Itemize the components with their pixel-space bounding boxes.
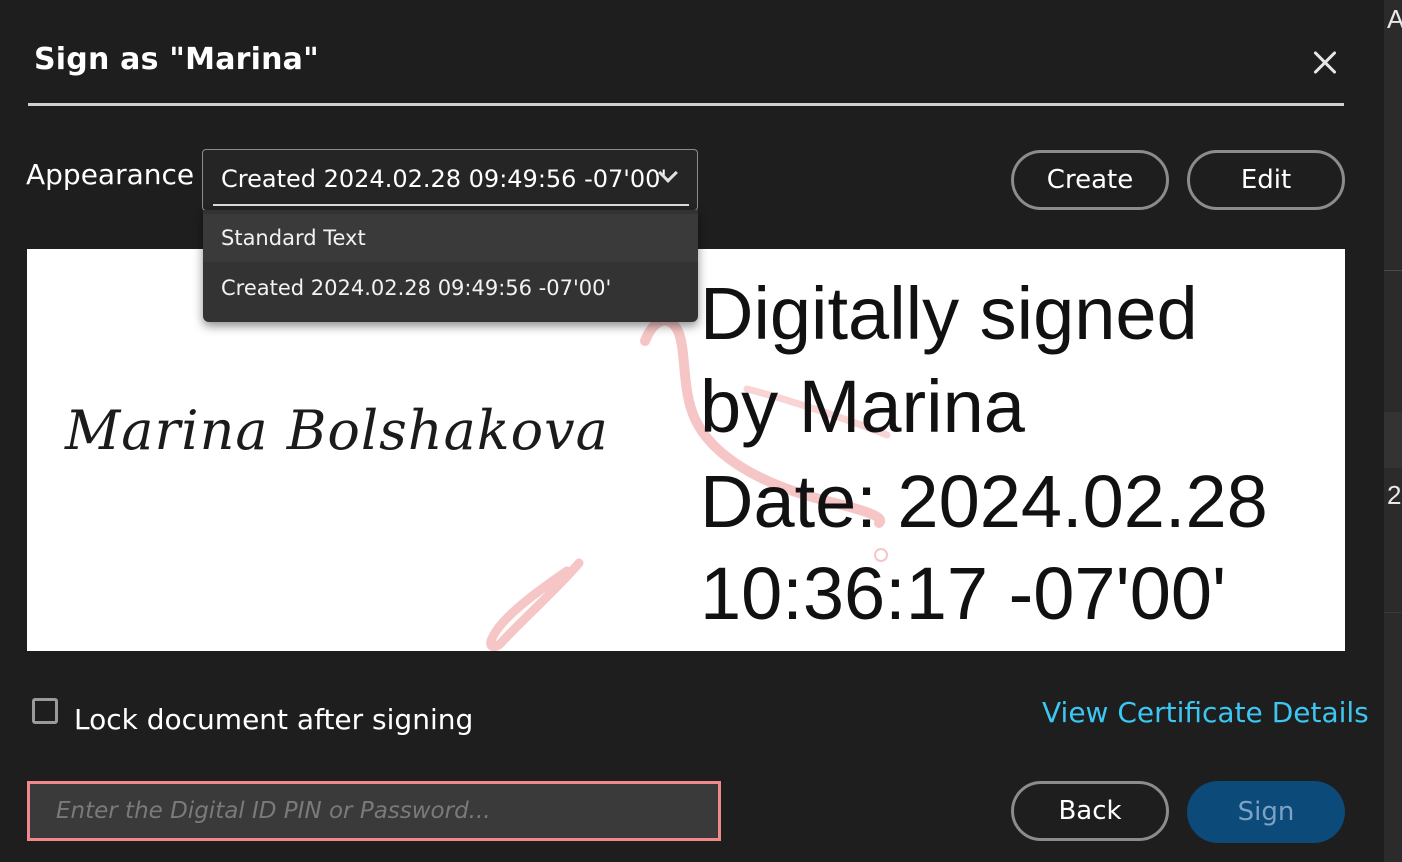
signature-text-line: by Marina — [700, 365, 1025, 448]
appearance-dropdown-menu: Standard Text Created 2024.02.28 09:49:5… — [203, 210, 698, 322]
view-certificate-details-link[interactable]: View Certificate Details — [1042, 696, 1369, 729]
signature-text-line: Digitally signed — [700, 272, 1198, 355]
menu-item-created-appearance[interactable]: Created 2024.02.28 09:49:56 -07'00' — [203, 264, 698, 312]
appearance-selected-value: Created 2024.02.28 09:49:56 -07'00' — [221, 165, 668, 193]
background-divider — [1384, 612, 1402, 613]
background-text-mid: 2 — [1387, 480, 1402, 510]
appearance-label: Appearance — [26, 158, 195, 191]
background-text-top: A — [1387, 4, 1402, 34]
back-button[interactable]: Back — [1011, 781, 1169, 841]
signature-image: Marina Bolshakova — [65, 399, 609, 462]
lock-document-checkbox[interactable] — [32, 698, 58, 724]
sign-dialog: Sign as "Marina" Appearance Created 2024… — [0, 0, 1384, 862]
lock-document-label: Lock document after signing — [74, 703, 474, 736]
select-underline — [213, 204, 689, 206]
signature-text-line: Date: 2024.02.28 — [700, 460, 1268, 543]
pin-password-input[interactable] — [27, 781, 721, 841]
signature-text-line: 10:36:17 -07'00' — [700, 552, 1227, 635]
background-divider — [1384, 270, 1402, 271]
background-document: A 2 — [1384, 0, 1402, 862]
menu-item-standard-text[interactable]: Standard Text — [203, 214, 698, 262]
dialog-title: Sign as "Marina" — [34, 42, 319, 77]
background-row-highlight — [1384, 412, 1402, 468]
create-button[interactable]: Create — [1011, 150, 1169, 210]
edit-button[interactable]: Edit — [1187, 150, 1345, 210]
close-icon[interactable] — [1307, 44, 1343, 82]
title-divider — [28, 103, 1344, 106]
sign-button[interactable]: Sign — [1187, 781, 1345, 843]
appearance-select[interactable]: Created 2024.02.28 09:49:56 -07'00' — [202, 149, 698, 211]
